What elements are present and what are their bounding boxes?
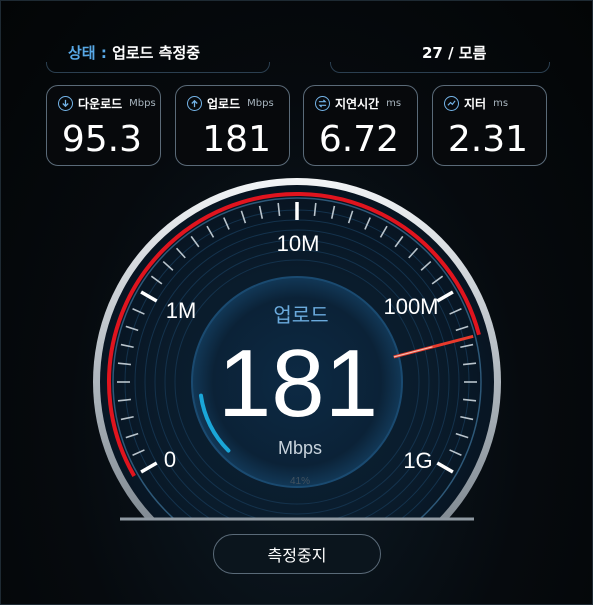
gauge-progress-label: 41% bbox=[290, 476, 310, 487]
gauge-mode-label: 업로드 bbox=[273, 303, 328, 327]
scale-label-100m: 100M bbox=[383, 294, 438, 319]
gauge-value: 181 bbox=[218, 330, 378, 437]
scale-label-1g: 1G bbox=[403, 448, 432, 473]
scale-label-1m: 1M bbox=[166, 298, 197, 323]
scale-label-10m: 10M bbox=[277, 231, 320, 256]
speed-gauge: 0 1M 10M 100M 1G 업로드 181 Mbps 41% bbox=[93, 178, 501, 521]
gauge-unit: Mbps bbox=[278, 438, 322, 458]
stop-measurement-button[interactable]: 측정중지 bbox=[213, 534, 381, 574]
scale-label-0: 0 bbox=[164, 447, 176, 472]
